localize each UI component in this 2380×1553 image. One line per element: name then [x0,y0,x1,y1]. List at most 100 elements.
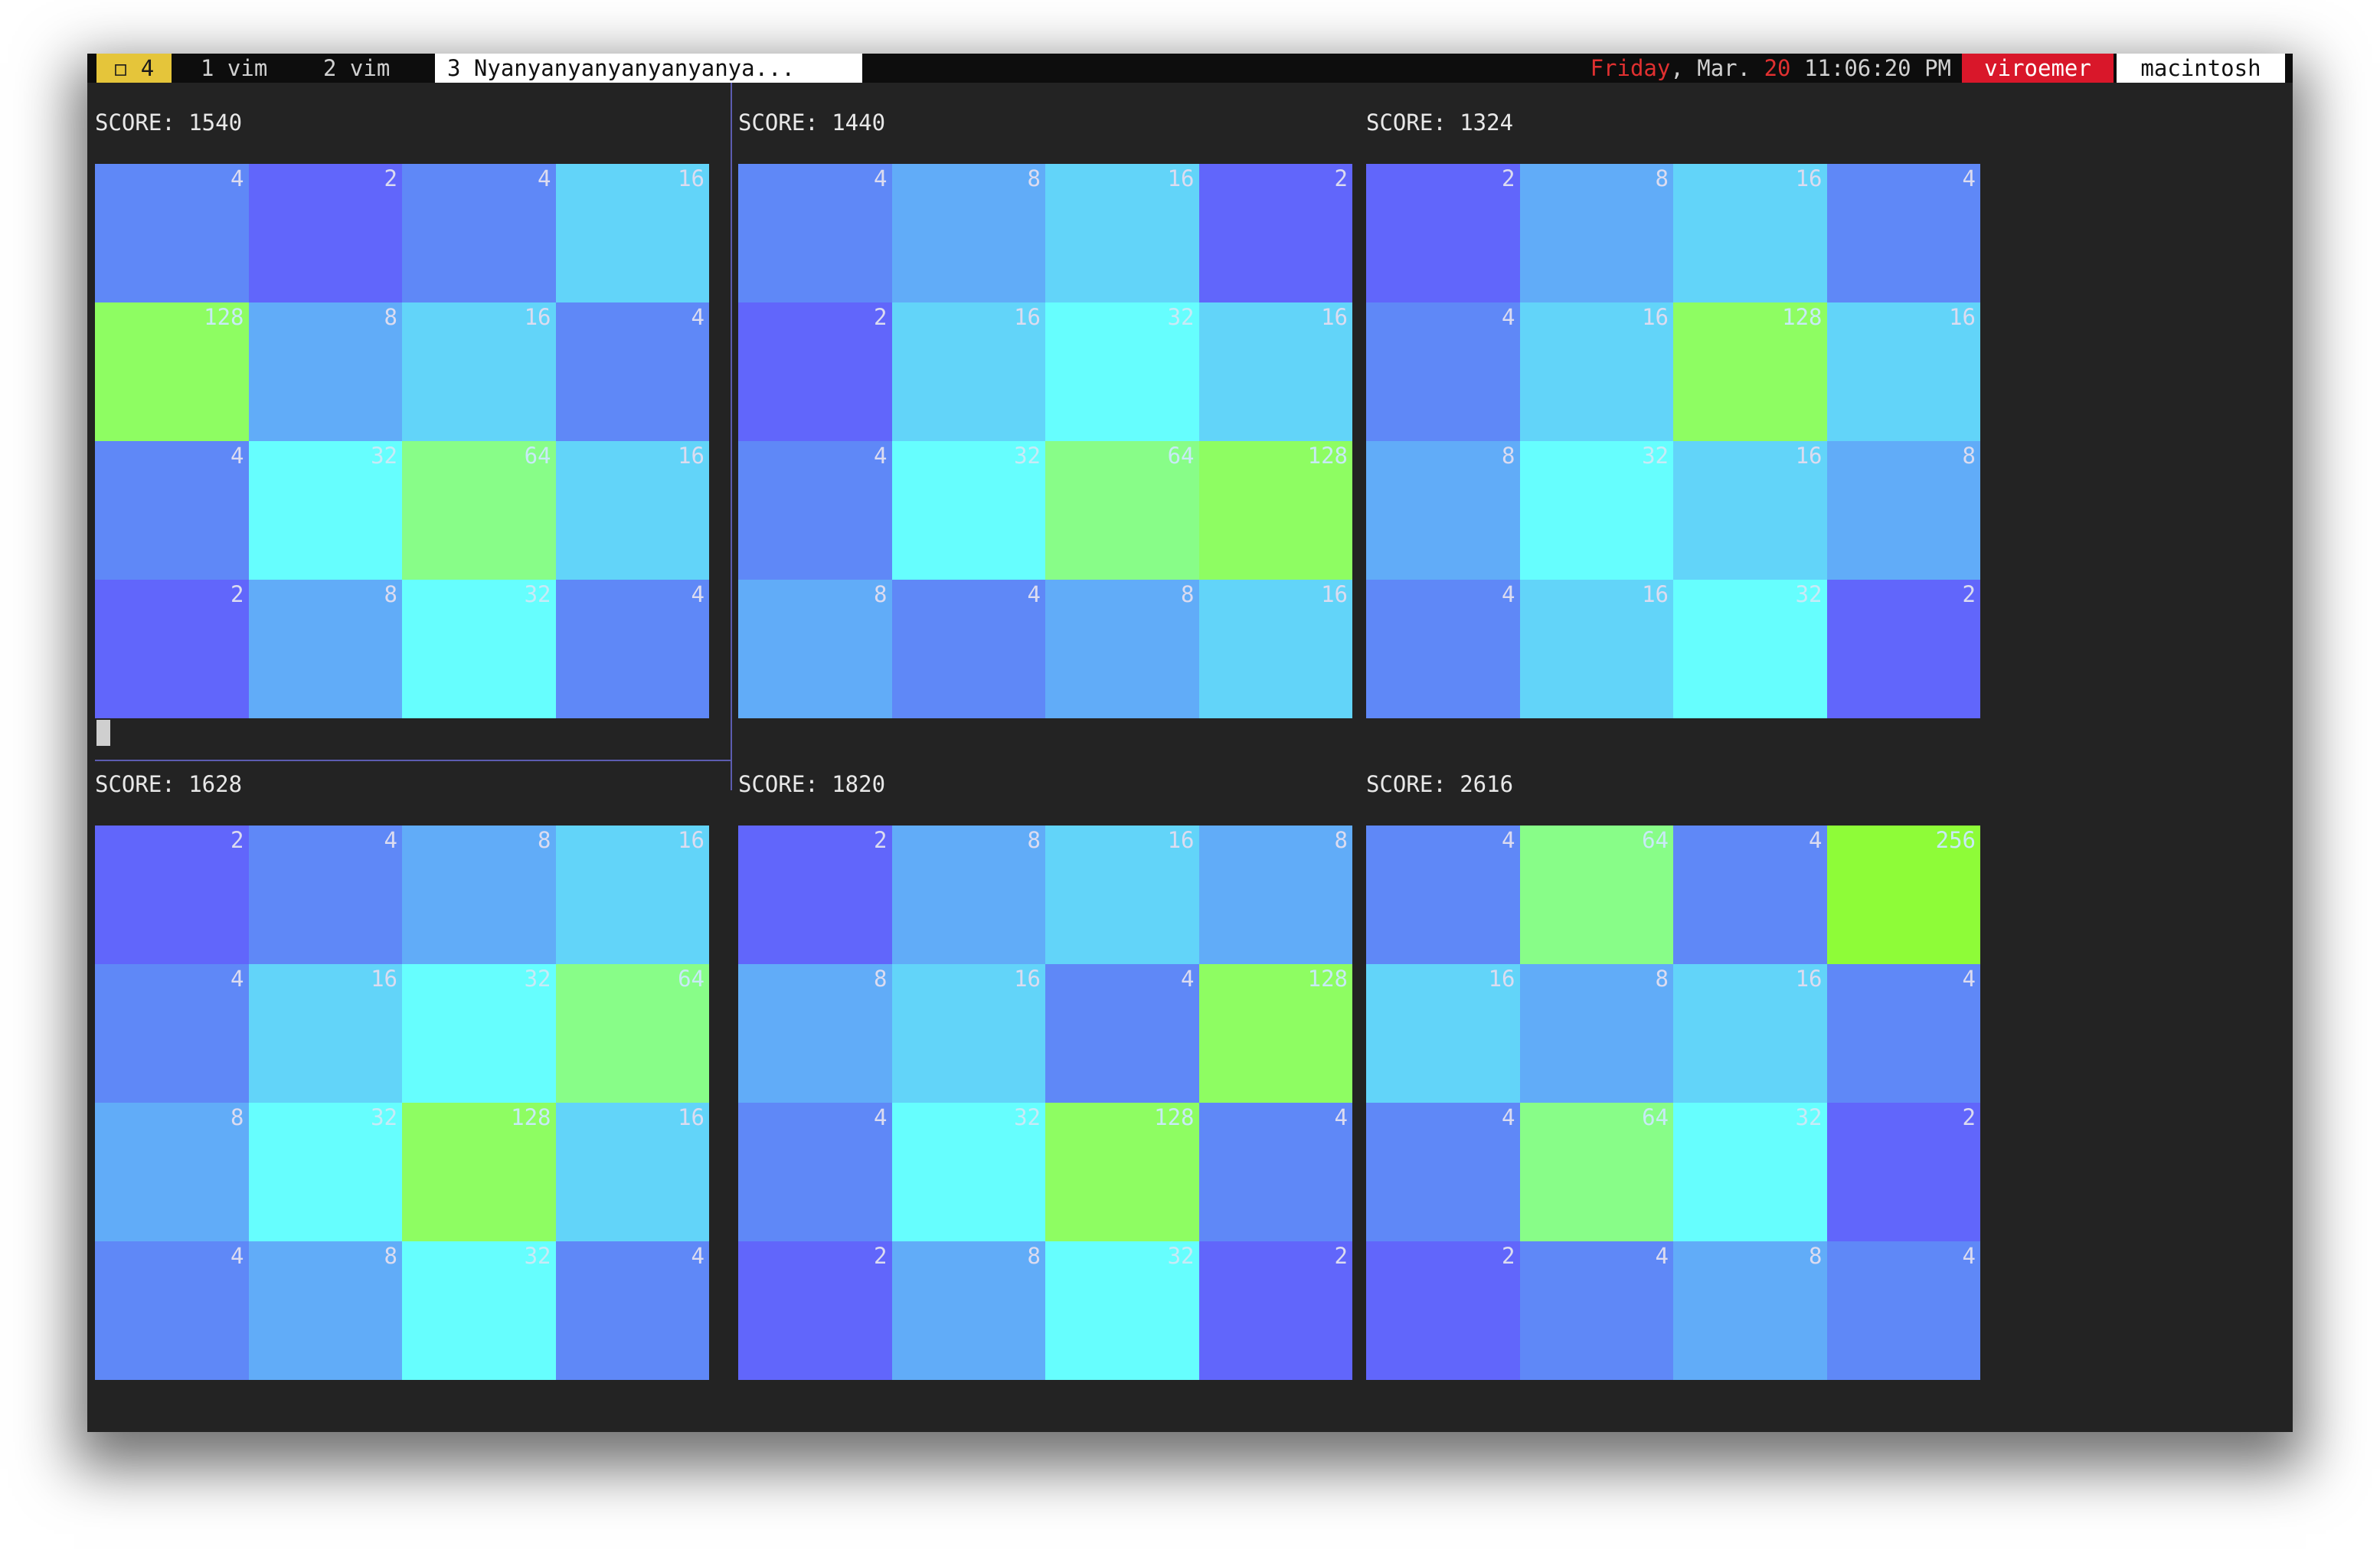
window-tab-1[interactable]: 1 vim [201,54,267,83]
tile-value: 128 [1154,1104,1195,1130]
tile: 4 [95,441,249,580]
score-prefix: SCORE: [738,110,832,136]
tile-value: 4 [230,966,244,992]
tile-value: 32 [1795,581,1823,607]
tile: 2 [95,580,249,718]
game-board[interactable]: 2 8 16 8 8 16 4 128 4 32 128 4 2 8 32 2 [738,826,1352,1380]
tile-value: 64 [1642,827,1669,853]
tile: 16 [402,302,556,441]
tile-value: 2 [384,165,397,191]
score-label: SCORE: 2616 [1366,770,1513,798]
tile: 8 [248,1241,402,1380]
tile-value: 8 [1655,165,1669,191]
score-value: 1440 [832,110,886,136]
tile-value: 32 [371,443,397,469]
pane-divider-vertical[interactable] [731,83,732,790]
tile: 16 [555,164,709,302]
tile: 16 [1045,164,1199,302]
tile-value: 16 [1014,966,1041,992]
tile-value: 4 [1655,1243,1669,1269]
tile: 8 [1366,441,1520,580]
tile: 4 [402,164,556,302]
tile-value: 16 [1014,304,1041,330]
tile: 4 [891,580,1045,718]
tile-value: 4 [1962,165,1976,191]
tile: 8 [738,964,892,1103]
workspace-indicator[interactable]: ◻ 4 [96,54,172,83]
window-tab-3-active[interactable]: 3 Nyanyanyanyanyanyanya... [435,54,862,83]
tile-value: 8 [1655,966,1669,992]
game-board[interactable]: 2 8 16 4 4 16 128 16 8 32 16 8 4 16 32 2 [1366,164,1980,718]
tile: 8 [1519,164,1673,302]
tile-value: 2 [1334,1243,1348,1269]
tile: 2 [1198,1241,1352,1380]
tile: 8 [248,302,402,441]
tile-value: 32 [1014,1104,1041,1130]
pane-divider-horizontal[interactable] [95,760,732,761]
tile-value: 2 [1962,581,1976,607]
tile-value: 8 [384,304,397,330]
game-board[interactable]: 4 64 4 256 16 8 16 4 4 64 32 2 2 4 8 4 [1366,826,1980,1380]
game-board[interactable]: 4 8 16 2 2 16 32 16 4 32 64 128 8 4 8 16 [738,164,1352,718]
tile-value: 4 [230,443,244,469]
tile: 2 [1366,1241,1520,1380]
tile: 16 [1045,826,1199,964]
tile-value: 16 [1642,581,1669,607]
tile: 16 [891,964,1045,1103]
tmux-status-bar: ◻ 4 1 vim 2 vim 3 Nyanyanyanyanyanyanya.… [87,54,2293,83]
tile: 4 [1826,164,1980,302]
tile: 16 [1826,302,1980,441]
tile: 16 [555,441,709,580]
tile: 8 [738,580,892,718]
tile: 4 [95,964,249,1103]
tile-value: 2 [1502,165,1515,191]
tile-value: 16 [678,1104,705,1130]
tile-value: 2 [1502,1243,1515,1269]
tile-value: 4 [1962,966,1976,992]
tile-value: 16 [1488,966,1515,992]
score-prefix: SCORE: [95,110,189,136]
score-prefix: SCORE: [1366,771,1460,797]
tile: 32 [1045,302,1199,441]
score-label: SCORE: 1440 [738,109,885,136]
tile: 128 [1198,964,1352,1103]
tile-value: 16 [678,827,705,853]
tile-value: 256 [1935,827,1976,853]
tile: 8 [1826,441,1980,580]
tile-value: 16 [678,443,705,469]
tile: 4 [1366,302,1520,441]
tile-value: 128 [1307,966,1348,992]
tile-value: 8 [1027,1243,1041,1269]
tile: 16 [1673,964,1827,1103]
tile: 64 [1045,441,1199,580]
clock-time: 11:06:20 PM [1790,55,1951,81]
tile-value: 2 [230,827,244,853]
tile: 8 [891,164,1045,302]
tile: 4 [738,441,892,580]
game-board[interactable]: 4 2 4 16 128 8 16 4 4 32 64 16 2 8 32 4 [95,164,709,718]
tile: 16 [555,1103,709,1241]
tile-value: 4 [691,1243,705,1269]
tile: 2 [738,1241,892,1380]
tile-value: 8 [1027,827,1041,853]
tile-value: 8 [384,581,397,607]
tile-value: 8 [1181,581,1195,607]
tile-value: 128 [1307,443,1348,469]
tile-value: 4 [1181,966,1195,992]
tile: 2 [738,302,892,441]
tile: 2 [95,826,249,964]
tile-value: 4 [1962,1243,1976,1269]
tile-value: 8 [230,1104,244,1130]
tile-value: 4 [1502,581,1515,607]
tile-value: 2 [874,304,888,330]
tile: 128 [1045,1103,1199,1241]
score-value: 2616 [1460,771,1514,797]
clock-date: 20 [1764,55,1791,81]
tile-value: 8 [538,827,551,853]
tile-value: 4 [538,165,551,191]
tile-value: 32 [524,966,551,992]
tile: 32 [891,1103,1045,1241]
window-tab-2[interactable]: 2 vim [323,54,390,83]
game-board[interactable]: 2 4 8 16 4 16 32 64 8 32 128 16 4 8 32 4 [95,826,709,1380]
tile: 16 [1519,580,1673,718]
